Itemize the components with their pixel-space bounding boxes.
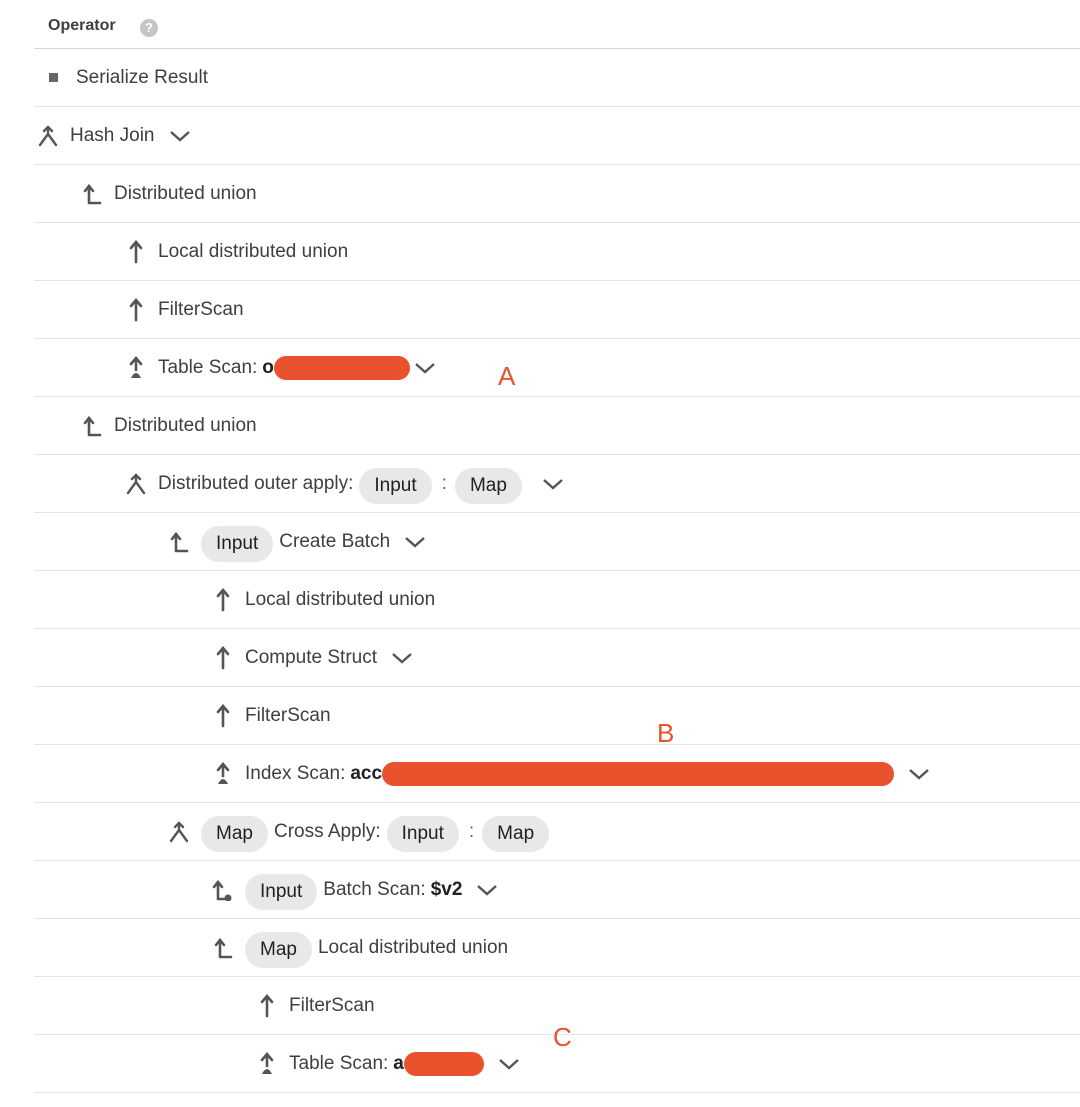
arrow-up-icon: [124, 296, 148, 324]
input-chip: Input: [201, 525, 274, 562]
arrow-up-icon: [255, 992, 279, 1020]
operator-row-local-distributed-union: Local distributed union: [34, 223, 1080, 281]
operator-label: Batch Scan:: [323, 878, 426, 900]
operator-row-distributed-union: Distributed union: [34, 397, 1080, 455]
operator-label: Local distributed union: [245, 588, 436, 610]
batch-union-icon: [211, 876, 235, 904]
scan-icon: [124, 354, 148, 382]
batch-variable: $v2: [430, 878, 463, 900]
map-chip: Map: [454, 467, 522, 504]
operator-label: Compute Struct: [245, 646, 377, 668]
scan-icon: [211, 760, 235, 788]
join-icon: [124, 470, 148, 498]
chevron-down-icon[interactable]: [498, 1057, 520, 1071]
operator-row-distributed-union: Distributed union: [34, 165, 1080, 223]
input-chip: Input: [386, 815, 459, 852]
operator-row-index-scan[interactable]: Index Scan: acc: [34, 745, 1080, 803]
map-chip: Map: [201, 815, 268, 852]
separator: :: [441, 472, 447, 494]
operator-label: Serialize Result: [76, 66, 208, 88]
operator-label: FilterScan: [158, 298, 244, 320]
union-icon: [167, 528, 191, 556]
operator-row-create-batch[interactable]: Input Create Batch: [34, 513, 1080, 571]
operator-label: Cross Apply:: [273, 820, 381, 842]
chevron-down-icon[interactable]: [476, 883, 498, 897]
operator-row-serialize-result: Serialize Result: [34, 49, 1080, 107]
operator-row-cross-apply[interactable]: Map Cross Apply: Input : Map: [34, 803, 1080, 861]
redaction-mark: [273, 355, 410, 380]
operator-row-hash-join[interactable]: Hash Join: [34, 107, 1080, 165]
chevron-down-icon[interactable]: [908, 767, 930, 781]
operator-row-distributed-outer-apply[interactable]: Distributed outer apply: Input : Map: [34, 455, 1080, 513]
operator-row-local-distributed-union: Local distributed union: [34, 571, 1080, 629]
operator-label: Table Scan:: [289, 1052, 389, 1074]
operator-row-local-distributed-union: Map Local distributed union: [34, 919, 1080, 977]
union-icon: [80, 412, 104, 440]
input-chip: Input: [245, 873, 318, 910]
scan-icon: [255, 1050, 279, 1078]
help-icon[interactable]: ?: [140, 19, 158, 37]
annotation-label-c: C: [553, 1022, 572, 1052]
arrow-up-icon: [211, 586, 235, 614]
operator-label: Local distributed union: [317, 936, 509, 958]
arrow-up-icon: [211, 644, 235, 672]
separator: :: [468, 820, 475, 842]
operator-label: Hash Join: [70, 124, 155, 146]
chevron-down-icon[interactable]: [404, 535, 426, 549]
annotation-label-b: B: [657, 718, 675, 748]
chevron-down-icon[interactable]: [391, 651, 413, 665]
chevron-down-icon[interactable]: [414, 361, 436, 375]
operator-label: Table Scan:: [158, 356, 258, 378]
redaction-mark: [382, 761, 895, 786]
join-icon: [36, 122, 60, 150]
arrow-up-icon: [211, 702, 235, 730]
chevron-down-icon[interactable]: [542, 477, 564, 491]
map-chip: Map: [482, 815, 550, 852]
square-bullet-icon: [42, 64, 66, 92]
operator-label: Distributed union: [114, 414, 257, 436]
map-chip: Map: [245, 931, 312, 968]
operator-row-table-scan[interactable]: Table Scan: o: [34, 339, 1080, 397]
operator-tree: Serialize Result Hash Join Distributed u…: [34, 49, 1080, 1093]
operator-row-filterscan: FilterScan: [34, 687, 1080, 745]
table-name: o: [262, 356, 274, 378]
operator-row-filterscan: FilterScan: [34, 281, 1080, 339]
operator-label: FilterScan: [245, 704, 331, 726]
union-icon: [80, 180, 104, 208]
index-name: acc: [350, 762, 383, 784]
operator-label: Distributed outer apply:: [158, 472, 354, 494]
operator-label: Distributed union: [114, 182, 257, 204]
operator-label: FilterScan: [289, 994, 375, 1016]
operator-row-compute-struct[interactable]: Compute Struct: [34, 629, 1080, 687]
table-name: a: [393, 1052, 404, 1074]
union-icon: [211, 934, 235, 962]
operator-column-header: Operator ?: [34, 0, 1080, 49]
operator-label: Index Scan:: [245, 762, 346, 784]
input-chip: Input: [359, 467, 432, 504]
operator-label: Create Batch: [279, 530, 391, 552]
operator-header-label: Operator: [48, 17, 116, 34]
operator-label: Local distributed union: [158, 240, 349, 262]
chevron-down-icon[interactable]: [169, 129, 191, 143]
arrow-up-icon: [124, 238, 148, 266]
redaction-mark: [403, 1051, 484, 1076]
join-icon: [167, 818, 191, 846]
annotation-label-a: A: [498, 361, 516, 391]
operator-row-batch-scan[interactable]: Input Batch Scan: $v2: [34, 861, 1080, 919]
